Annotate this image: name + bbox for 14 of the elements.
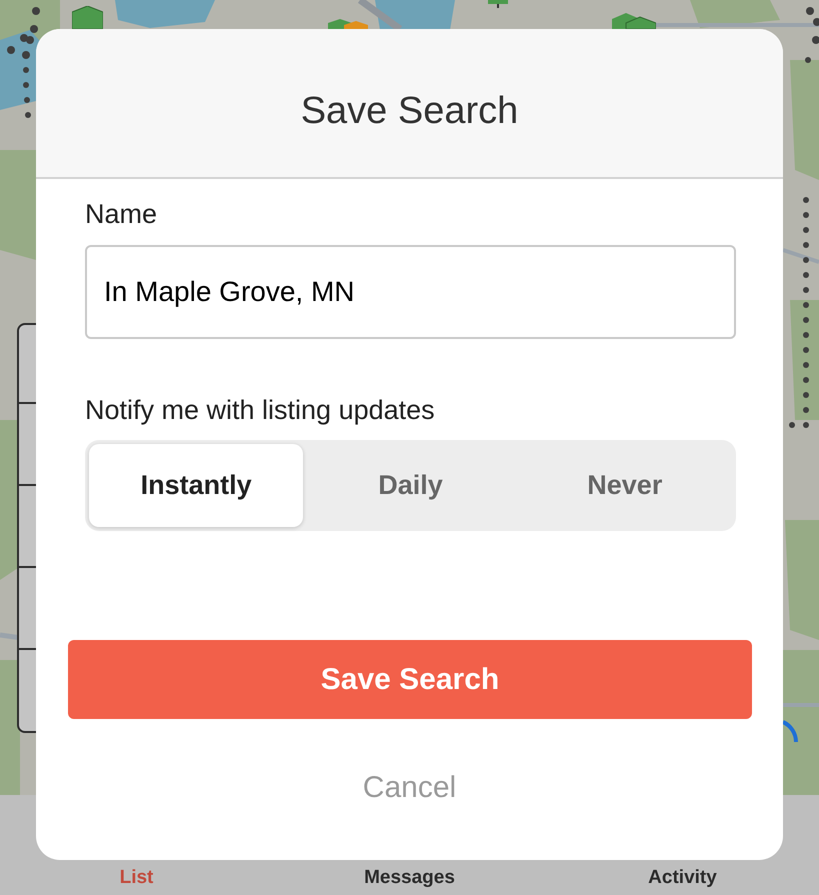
segment-option[interactable]: Daily: [303, 444, 518, 527]
field-label: Notify me with listing updates: [85, 394, 435, 427]
segment-option[interactable]: Instantly: [89, 444, 304, 527]
segment-option[interactable]: Never: [518, 444, 732, 527]
map-pin-icon[interactable]: [612, 13, 656, 29]
tab-item[interactable]: Activity: [646, 866, 719, 890]
save-search-button[interactable]: Save Search: [68, 640, 752, 719]
dialog-title: Save Search: [300, 89, 518, 134]
map-pin-icon[interactable]: [488, 0, 508, 8]
tab-item[interactable]: List: [118, 866, 156, 890]
name-input-field[interactable]: In Maple Grove, MN: [85, 245, 736, 339]
tab-item[interactable]: Messages: [362, 866, 457, 890]
field-label: Name: [85, 198, 158, 231]
cancel-button[interactable]: Cancel: [354, 768, 464, 808]
